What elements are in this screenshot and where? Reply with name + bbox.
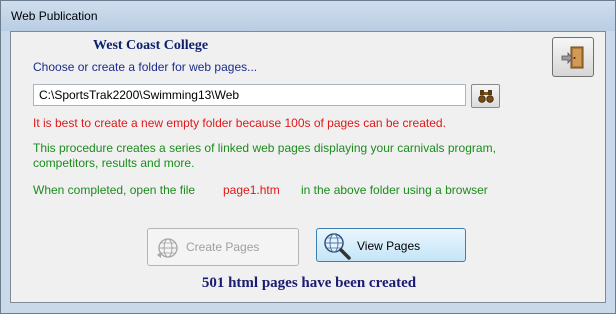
- view-pages-button[interactable]: View Pages: [316, 228, 466, 262]
- completed-instruction-suffix: in the above folder using a browser: [301, 183, 488, 197]
- completed-instruction: When completed, open the file: [33, 183, 196, 197]
- school-name: West Coast College: [93, 38, 209, 53]
- web-publication-window: Web Publication West Coast College Choos…: [0, 0, 616, 314]
- description-line: competitors, results and more.: [33, 156, 195, 170]
- create-pages-button[interactable]: Create Pages: [147, 228, 299, 266]
- browse-folder-button[interactable]: [471, 84, 500, 108]
- view-pages-label: View Pages: [357, 239, 421, 253]
- description-text: This procedure creates a series of linke…: [33, 141, 573, 171]
- warning-message: It is best to create a new empty folder …: [33, 116, 446, 130]
- globe-icon: [157, 238, 178, 258]
- main-panel: West Coast College Choose or create a fo…: [10, 31, 606, 303]
- window-title: Web Publication: [11, 9, 98, 23]
- exit-button[interactable]: [552, 37, 594, 77]
- description-line: This procedure creates a series of linke…: [33, 141, 496, 155]
- exit-door-icon: [561, 46, 584, 69]
- binoculars-icon: [478, 90, 494, 103]
- magnifier-globe-icon: [324, 233, 351, 260]
- start-file-name: page1.htm: [223, 183, 280, 197]
- title-bar: Web Publication: [1, 1, 615, 31]
- folder-instruction: Choose or create a folder for web pages.…: [33, 60, 258, 74]
- create-pages-label: Create Pages: [186, 240, 260, 254]
- status-message: 501 html pages have been created: [201, 275, 417, 291]
- folder-path-input[interactable]: C:\SportsTrak2200\Swimming13\Web: [33, 84, 466, 106]
